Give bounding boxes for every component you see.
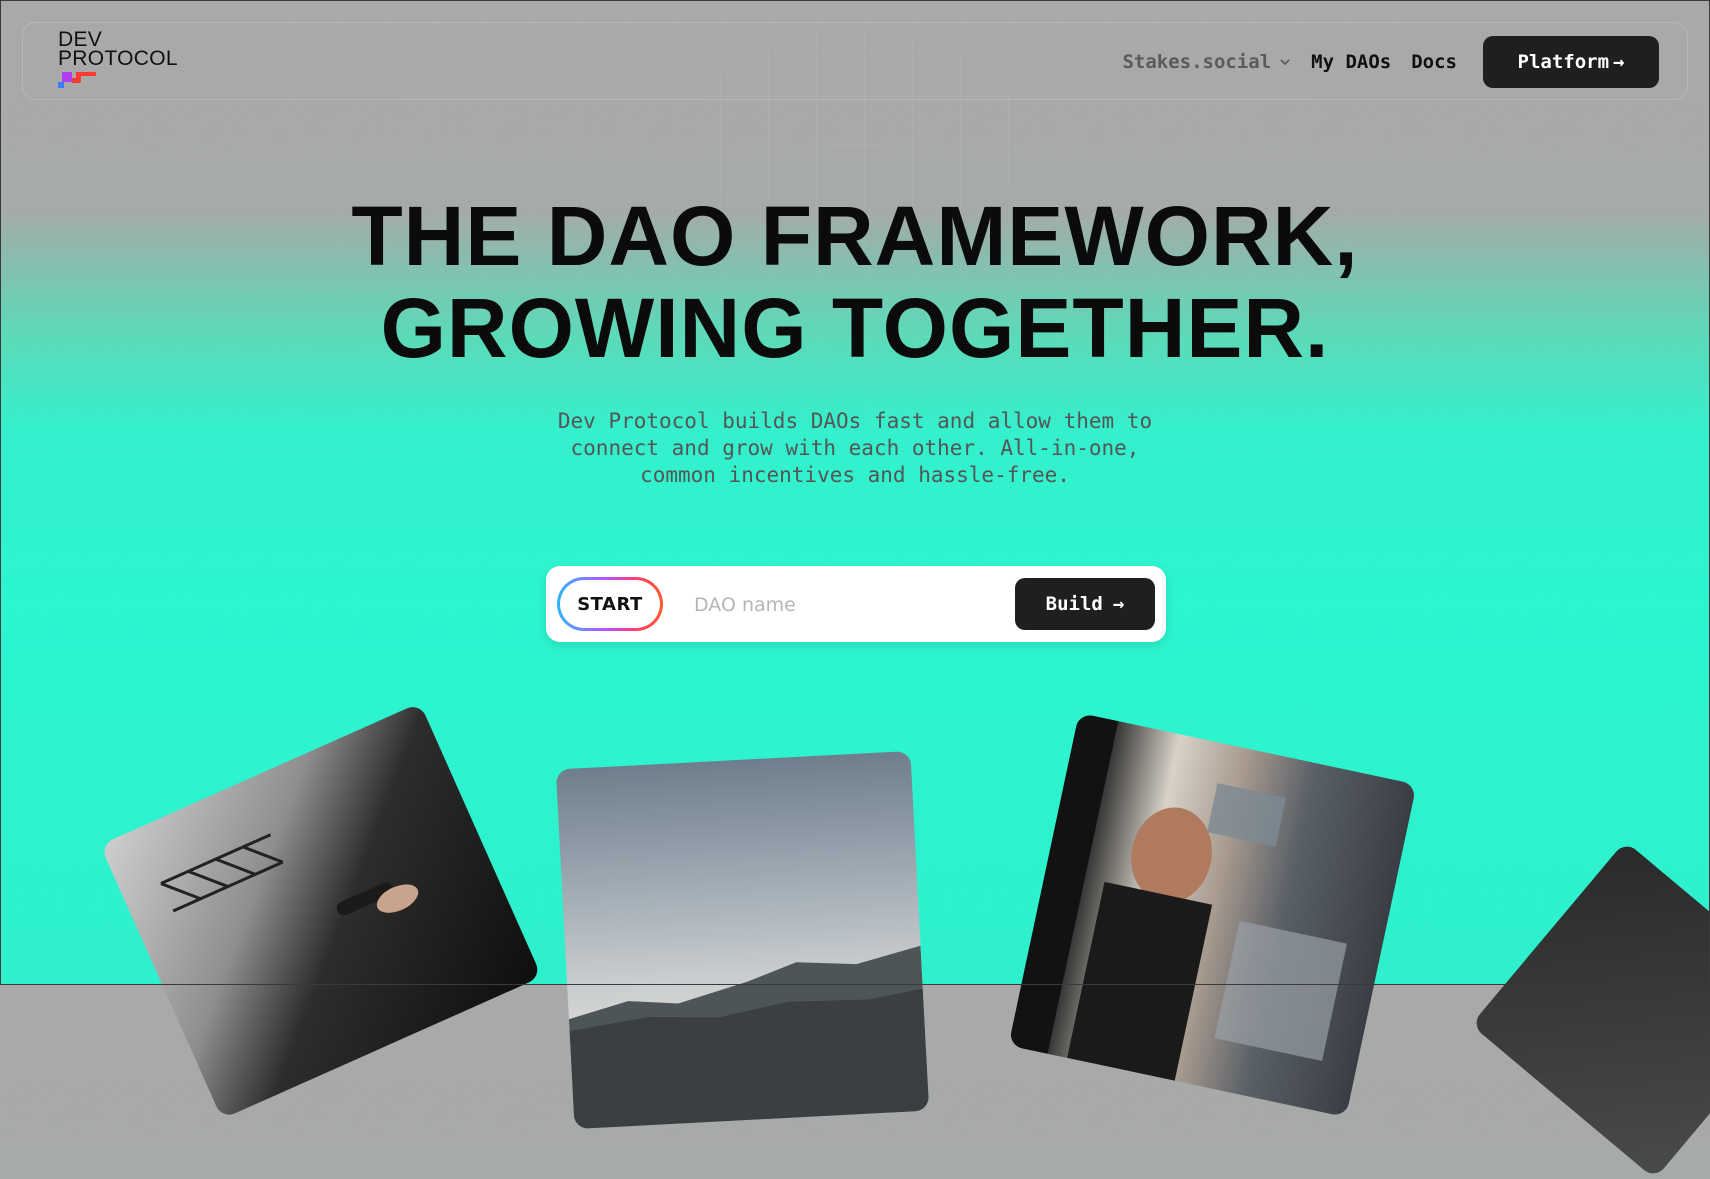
build-button-label: Build <box>1045 593 1103 615</box>
hero-subtitle-line-1: Dev Protocol builds DAOs fast and allow … <box>557 409 1153 433</box>
gallery-card-workshop <box>1008 712 1417 1118</box>
arrow-right-icon: → <box>1613 51 1625 73</box>
workshop-image <box>1008 712 1347 1081</box>
hero-headline-line-1: THE DAO FRAMEWORK, <box>351 189 1359 283</box>
start-badge: START <box>557 577 663 631</box>
nav-item-label: My DAOs <box>1311 51 1392 73</box>
mountain-image <box>568 945 930 1130</box>
hero-subtitle: Dev Protocol builds DAOs fast and allow … <box>505 408 1205 489</box>
logo-mark-icon <box>58 72 96 88</box>
site-header: DEV PROTOCOL Stakes.social My DAOs Docs … <box>22 22 1688 100</box>
logo-wordmark: DEV PROTOCOL <box>58 29 188 70</box>
arrow-right-icon: → <box>1112 593 1125 615</box>
build-button[interactable]: Build → <box>1015 578 1155 630</box>
nav-item-my-daos[interactable]: My DAOs <box>1311 51 1391 73</box>
gallery-card-performer <box>100 702 542 1120</box>
nav-item-label: Docs <box>1411 51 1457 73</box>
platform-button-label: Platform <box>1517 51 1610 73</box>
dev-protocol-logo[interactable]: DEV PROTOCOL <box>58 29 188 90</box>
main-nav: Stakes.social My DAOs Docs Platform → <box>1122 35 1659 89</box>
nav-item-label: Stakes.social <box>1122 51 1272 73</box>
gallery-card-mountains <box>555 750 930 1130</box>
platform-button[interactable]: Platform → <box>1483 36 1659 88</box>
start-badge-label: START <box>560 580 660 628</box>
chevron-down-icon <box>1280 59 1290 66</box>
hero-headline-line-2: GROWING TOGETHER. <box>380 281 1330 375</box>
stage-truss-image <box>160 833 419 916</box>
dao-build-form: START Build → <box>546 566 1166 642</box>
dao-name-input[interactable] <box>692 584 996 626</box>
hero-subtitle-line-3: common incentives and hassle-free. <box>640 463 1070 487</box>
nav-item-stakes-social[interactable]: Stakes.social <box>1122 51 1291 73</box>
hero-subtitle-line-2: connect and grow with each other. All-in… <box>570 436 1140 460</box>
gallery-card-abstract <box>1470 840 1710 1179</box>
hero-headline: THE DAO FRAMEWORK, GROWING TOGETHER. <box>0 190 1710 374</box>
logo-line-2: PROTOCOL <box>58 47 178 70</box>
nav-item-docs[interactable]: Docs <box>1411 51 1457 73</box>
